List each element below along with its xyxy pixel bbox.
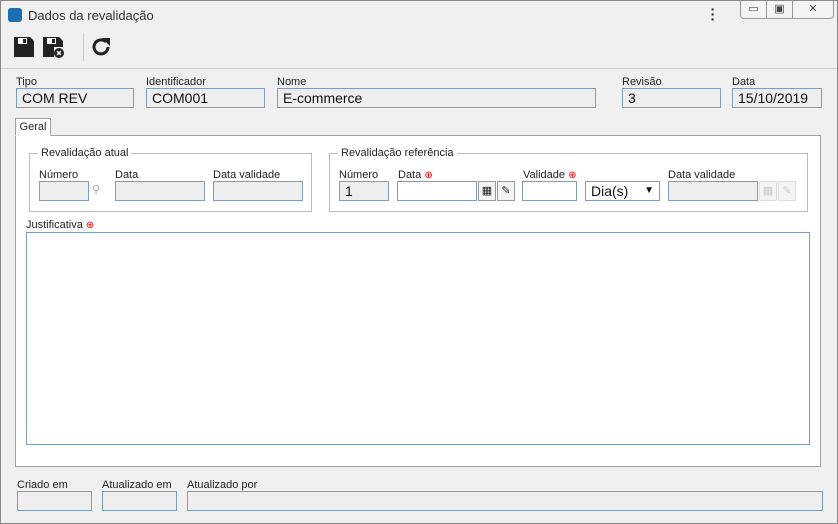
tab-geral[interactable]: Geral [15, 118, 51, 136]
geral-panel: Revalidação atual Número ⚲ Data Data val… [15, 135, 821, 467]
validade-label: Validade ⊕ [523, 169, 576, 181]
ref-numero-label: Número [339, 169, 379, 181]
data-label: Data [732, 76, 756, 88]
justificativa-text: Justificativa [26, 219, 83, 231]
identificador-label: Identificador [146, 76, 206, 88]
binoculars-icon[interactable]: ⚲ [92, 183, 100, 196]
atual-numero-label: Número [39, 169, 79, 181]
unit-value: Dia(s) [591, 183, 629, 199]
atualizado-por-field[interactable] [187, 491, 823, 511]
close-button[interactable]: ✕ [793, 1, 833, 18]
atual-data-validade-label: Data validade [213, 169, 281, 181]
window-controls: ▭ ▣ ✕ [740, 1, 834, 19]
minimize-button[interactable]: ▭ [741, 1, 767, 18]
ref-data-validade-field[interactable] [668, 181, 758, 201]
toolbar-separator [83, 33, 84, 61]
atual-data-field[interactable] [115, 181, 205, 201]
tipo-label: Tipo [16, 76, 37, 88]
criado-em-field[interactable] [17, 491, 92, 511]
atualizado-por-label: Atualizado por [187, 479, 258, 491]
app-icon [8, 8, 22, 22]
title-bar: Dados da revalidação · · · ▭ ▣ ✕ [1, 1, 837, 29]
revalidacao-referencia-title: Revalidação referência [338, 147, 457, 159]
nome-field[interactable]: E-commerce [277, 88, 596, 108]
atual-numero-field[interactable] [39, 181, 89, 201]
tipo-field[interactable]: COM REV [16, 88, 134, 108]
toolbar [1, 29, 837, 69]
refresh-icon[interactable] [89, 35, 113, 59]
ref-data-label: Data ⊕ [398, 169, 433, 181]
ref-numero-field[interactable]: 1 [339, 181, 389, 201]
window-title: Dados da revalidação [28, 8, 154, 23]
save-close-icon[interactable] [41, 35, 65, 59]
identificador-field[interactable]: COM001 [146, 88, 265, 108]
ref-data-text: Data [398, 169, 422, 181]
atual-data-validade-field[interactable] [213, 181, 303, 201]
kebab-menu-icon[interactable]: · · · [709, 2, 717, 26]
required-icon: ⊕ [424, 170, 433, 181]
criado-em-label: Criado em [17, 479, 68, 491]
data-field[interactable]: 15/10/2019 [732, 88, 822, 108]
validade-text: Validade [523, 169, 565, 181]
required-icon: ⊕ [568, 170, 577, 181]
calendar-icon[interactable]: ▦ [478, 181, 496, 201]
calendar-icon-disabled: ▦ [759, 181, 777, 201]
validade-field[interactable] [522, 181, 577, 201]
revisao-label: Revisão [622, 76, 662, 88]
unit-select[interactable]: Dia(s) ▼ [585, 181, 660, 201]
atual-data-label: Data [115, 169, 139, 181]
clear-brush-icon[interactable]: ✎ [497, 181, 515, 201]
justificativa-textarea[interactable] [26, 232, 810, 445]
maximize-button[interactable]: ▣ [767, 1, 793, 18]
save-icon[interactable] [12, 35, 36, 59]
revalidacao-atual-title: Revalidação atual [38, 147, 132, 159]
revisao-field[interactable]: 3 [622, 88, 721, 108]
ref-data-validade-label: Data validade [668, 169, 736, 181]
atualizado-em-field[interactable] [102, 491, 177, 511]
justificativa-label: Justificativa ⊕ [26, 219, 94, 231]
required-icon: ⊕ [85, 220, 95, 231]
clear-brush-icon-disabled: ✎ [778, 181, 796, 201]
ref-data-field[interactable] [397, 181, 477, 201]
atualizado-em-label: Atualizado em [102, 479, 172, 491]
dialog-window: Dados da revalidação · · · ▭ ▣ ✕ Tipo COM … [0, 0, 838, 524]
nome-label: Nome [277, 76, 307, 88]
dropdown-arrow-icon: ▼ [644, 185, 654, 196]
